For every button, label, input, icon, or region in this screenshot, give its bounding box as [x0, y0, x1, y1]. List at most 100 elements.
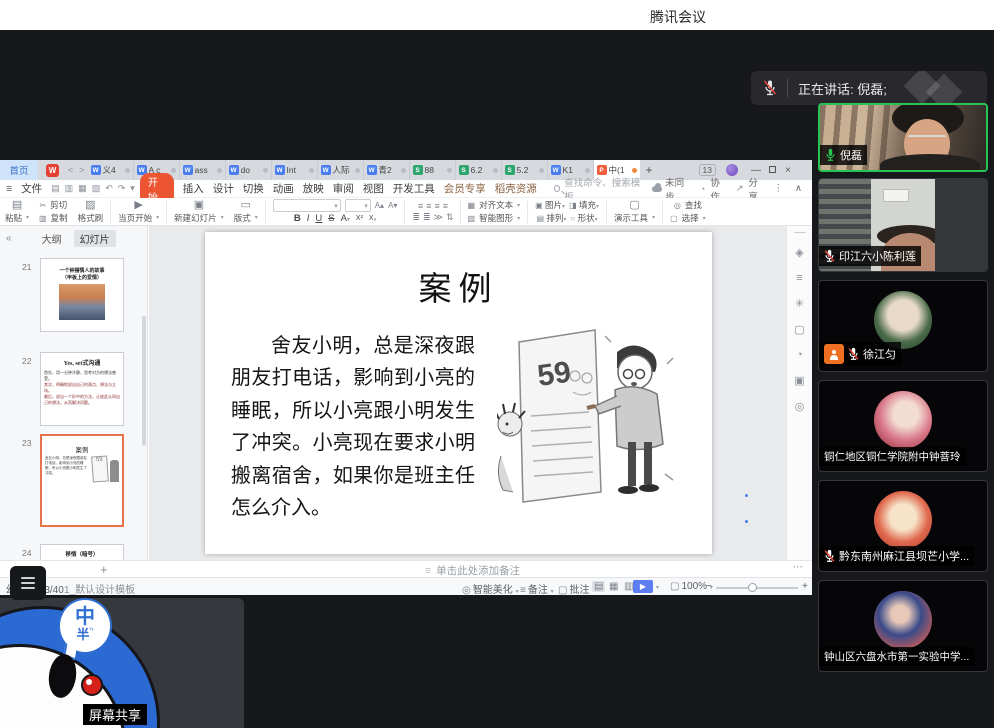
seal-tool-icon[interactable]: ◈: [795, 246, 803, 259]
underline-button[interactable]: U: [315, 213, 322, 224]
help-icon[interactable]: ◎: [795, 400, 805, 413]
tab-slides[interactable]: 幻灯片: [74, 230, 116, 247]
font-color-button[interactable]: A▾: [341, 213, 350, 224]
add-slide-button[interactable]: +: [100, 562, 108, 577]
zoom-in-button[interactable]: +: [802, 581, 808, 592]
bold-button[interactable]: B: [294, 213, 301, 224]
slide-thumbnail-21[interactable]: 一个钟摆情人的故事 （甲板上的爱情）: [40, 258, 124, 332]
strikethrough-button[interactable]: S: [328, 213, 334, 224]
shape-button[interactable]: ○ 形状▾: [570, 212, 597, 224]
zoom-slider-knob[interactable]: [748, 583, 757, 592]
slide-thumbnail-23-selected[interactable]: 案例 舍友小明，总是深夜跟朋友打电话，影响到小亮的睡眠，所以小亮跟小明发生了冲突…: [40, 434, 124, 527]
image-tool-icon[interactable]: ▣: [794, 374, 804, 387]
present-tools-button[interactable]: ▢ 演示工具▾: [609, 200, 660, 224]
notes-placeholder[interactable]: ≡ 单击此处添加备注: [425, 563, 520, 578]
tab-close-icon[interactable]: [493, 168, 498, 173]
tab-close-icon[interactable]: [401, 168, 406, 173]
insert-picture-button[interactable]: ▣ 图片▾: [535, 199, 565, 211]
doc-tab[interactable]: Wass: [180, 160, 226, 180]
menu-tab-devtools[interactable]: 开发工具: [393, 181, 435, 196]
participant-tile[interactable]: 黔东南州麻江县坝芒小学...: [818, 480, 988, 572]
doc-tab[interactable]: W义4: [88, 160, 134, 180]
fill-button[interactable]: ◨ 填充▾: [569, 199, 599, 211]
smart-graphic-button[interactable]: ▧智能图形▾: [468, 212, 521, 224]
italic-button[interactable]: I: [307, 213, 310, 224]
panel-scrollbar[interactable]: [142, 316, 146, 446]
zoom-out-button[interactable]: −: [706, 581, 712, 592]
template-name[interactable]: 1_默认设计模板: [64, 581, 135, 595]
menu-file[interactable]: 文件: [21, 181, 42, 196]
self-view-tile[interactable]: 中 半˚' 屏幕共享: [0, 598, 244, 728]
tab-close-icon[interactable]: [309, 168, 314, 173]
tab-close-icon[interactable]: [585, 168, 590, 173]
doc-tab[interactable]: WInt: [272, 160, 318, 180]
doc-tab[interactable]: S6.2: [456, 160, 502, 180]
save-icon[interactable]: ▦: [78, 183, 87, 194]
tab-scroll-right-icon[interactable]: >: [79, 165, 84, 175]
tab-outline[interactable]: 大纲: [42, 231, 62, 246]
copy-button[interactable]: ▥复制: [39, 212, 68, 224]
align-text-button[interactable]: ▦对齐文本▾: [468, 199, 521, 211]
menu-tab-member[interactable]: 会员专享: [444, 181, 486, 196]
doc-tab[interactable]: S5.2: [502, 160, 548, 180]
undo-icon[interactable]: ↶: [105, 183, 113, 194]
subscript-button[interactable]: X₂: [369, 215, 376, 222]
align-center-icon[interactable]: ≡: [426, 201, 430, 211]
find-button[interactable]: ◎查找: [674, 199, 702, 211]
superscript-button[interactable]: X²: [356, 215, 363, 222]
participant-tile[interactable]: 徐江匀: [818, 280, 988, 372]
current-slide[interactable]: 案例 舍友小明，总是深夜跟朋友打电话，影响到小亮的睡眠，所以小亮跟小明发生了冲突…: [205, 232, 712, 554]
timer-icon[interactable]: ◔: [796, 349, 803, 361]
hamburger-icon[interactable]: ≡: [6, 183, 12, 195]
wps-logo-icon[interactable]: W: [46, 164, 59, 177]
notes-button[interactable]: ≡备注 ▾: [518, 581, 554, 595]
settings-tool-icon[interactable]: ≡: [796, 272, 802, 284]
align-right-icon[interactable]: ≡: [434, 201, 438, 211]
menu-tab-slideshow[interactable]: 放映: [303, 181, 324, 196]
grow-font-icon[interactable]: A▴: [375, 200, 384, 211]
slide-thumbnail-24[interactable]: 移情（暗号） 个体在处理关系中: [40, 544, 124, 560]
more-menu-icon[interactable]: ⋮: [774, 183, 784, 194]
play-from-current-button[interactable]: ▶ 当页开始▾: [113, 200, 164, 224]
select-button[interactable]: ▢选择▾: [670, 212, 706, 224]
open-icon[interactable]: ▥: [65, 183, 74, 194]
layout-button[interactable]: ▭ 版式▾: [229, 200, 263, 224]
align-justify-icon[interactable]: ≡: [443, 201, 447, 211]
font-size-select[interactable]: ▾: [345, 199, 371, 212]
tab-close-icon[interactable]: [355, 168, 360, 173]
play-dropdown-icon[interactable]: ▾: [656, 581, 659, 592]
cut-button[interactable]: ✂剪切: [39, 199, 67, 211]
new-slide-button[interactable]: ▣ 新建幻灯片▾: [169, 200, 229, 224]
indent-icon[interactable]: ≫: [434, 212, 442, 223]
comment-button[interactable]: ▢批注: [556, 581, 589, 595]
tab-home[interactable]: 首页: [0, 160, 38, 180]
tab-close-icon[interactable]: [171, 168, 176, 173]
doc-tab[interactable]: W人际: [318, 160, 364, 180]
doc-tab[interactable]: W青2: [364, 160, 410, 180]
menu-tab-docer[interactable]: 稻壳资源: [495, 181, 537, 196]
menu-tab-view[interactable]: 视图: [363, 181, 384, 196]
notes-bar[interactable]: + ≡ 单击此处添加备注 ⋯: [0, 560, 812, 577]
doc-tab[interactable]: S88: [410, 160, 456, 180]
beautify-button[interactable]: ◎智能美化 ▾: [460, 581, 519, 595]
tab-close-icon[interactable]: [125, 168, 130, 173]
new-doc-icon[interactable]: ▤: [51, 183, 60, 194]
more-dropdown-icon[interactable]: ▾: [130, 183, 135, 194]
slide-export-icon[interactable]: ▢: [794, 323, 804, 336]
tab-scroll-left-icon[interactable]: <: [68, 165, 73, 175]
menu-tab-animation[interactable]: 动画: [273, 181, 294, 196]
slideshow-play-button[interactable]: ▶: [633, 580, 653, 593]
paste-button[interactable]: ▤ 粘贴▾: [0, 200, 34, 224]
shrink-font-icon[interactable]: A▾: [388, 200, 397, 211]
menu-tab-transition[interactable]: 切换: [243, 181, 264, 196]
print-icon[interactable]: ▧: [92, 183, 101, 194]
collapse-ribbon-icon[interactable]: ∧: [795, 183, 802, 194]
tab-close-icon[interactable]: [539, 168, 544, 173]
beautify-wand-icon[interactable]: ✳: [795, 297, 804, 310]
menu-tab-review[interactable]: 审阅: [333, 181, 354, 196]
sorter-view-icon[interactable]: ▦: [607, 581, 620, 592]
number-list-icon[interactable]: ≣: [423, 212, 430, 223]
panel-collapse-icon[interactable]: «: [6, 233, 12, 244]
zoom-slider[interactable]: [716, 587, 798, 589]
doc-tab[interactable]: Wdo: [226, 160, 272, 180]
